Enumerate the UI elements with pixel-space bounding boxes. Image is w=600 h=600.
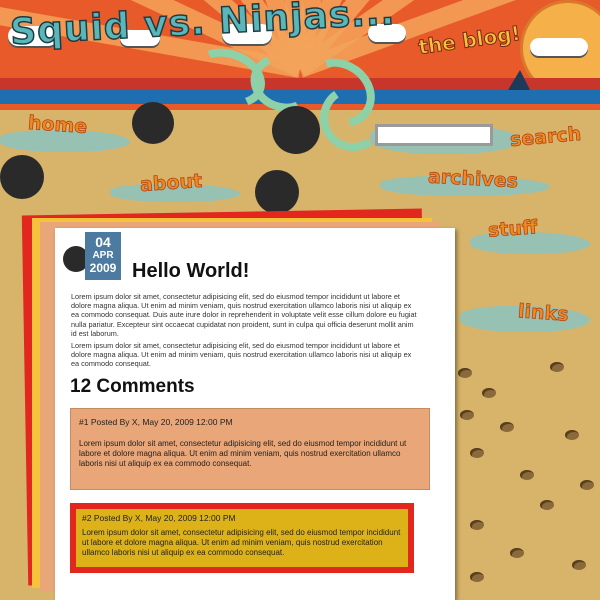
sand-hole <box>540 500 554 510</box>
search-input[interactable] <box>375 124 493 146</box>
comment-meta: #2 Posted By X, May 20, 2009 12:00 PM <box>82 513 236 523</box>
sand-hole <box>550 362 564 372</box>
comments-heading: 12 Comments <box>70 376 195 397</box>
ninja-icon <box>0 155 44 199</box>
sand-hole <box>520 470 534 480</box>
comment-meta: #1 Posted By X, May 20, 2009 12:00 PM <box>79 417 233 427</box>
ninja-icon <box>132 102 174 144</box>
post-title[interactable]: Hello World! <box>132 260 249 283</box>
date-badge: 04 APR 2009 <box>85 232 121 280</box>
date-month: APR <box>92 250 114 261</box>
sand-hole <box>510 548 524 558</box>
nav-home[interactable]: home <box>27 112 88 139</box>
comment-text: Lorem ipsum dolor sit amet, consectetur … <box>82 528 401 557</box>
nav-about[interactable]: about <box>139 169 203 196</box>
sand-hole <box>470 572 484 582</box>
post-paragraph: Lorem ipsum dolor sit amet, consectetur … <box>71 341 412 369</box>
sand-hole <box>572 560 586 570</box>
post-content: 04 APR 2009 Hello World! Lorem ipsum dol… <box>55 228 455 600</box>
nav-archives[interactable]: archives <box>427 165 519 192</box>
sand-hole <box>500 422 514 432</box>
date-year: 2009 <box>89 261 117 275</box>
sand-hole <box>458 368 472 378</box>
post-paragraph: Lorem ipsum dolor sit amet, consectetur … <box>71 292 417 338</box>
nav-stuff[interactable]: stuff <box>487 216 539 242</box>
comment-item: #1 Posted By X, May 20, 2009 12:00 PM Lo… <box>70 408 430 490</box>
sand-hole <box>565 430 579 440</box>
shark-fin-icon <box>508 70 530 90</box>
sand-hole <box>580 480 594 490</box>
ninja-icon <box>272 106 320 154</box>
comment-item: #2 Posted By X, May 20, 2009 12:00 PM Lo… <box>70 503 414 573</box>
date-day: 04 <box>95 234 111 250</box>
sand-hole <box>460 410 474 420</box>
cloud <box>530 38 588 56</box>
sand-hole <box>482 388 496 398</box>
ninja-icon <box>255 170 299 214</box>
nav-links[interactable]: links <box>517 300 570 326</box>
nav-search[interactable]: search <box>509 123 583 152</box>
comment-text: Lorem ipsum dolor sit amet, consectetur … <box>79 439 407 468</box>
sand-hole <box>470 448 484 458</box>
sand-hole <box>470 520 484 530</box>
